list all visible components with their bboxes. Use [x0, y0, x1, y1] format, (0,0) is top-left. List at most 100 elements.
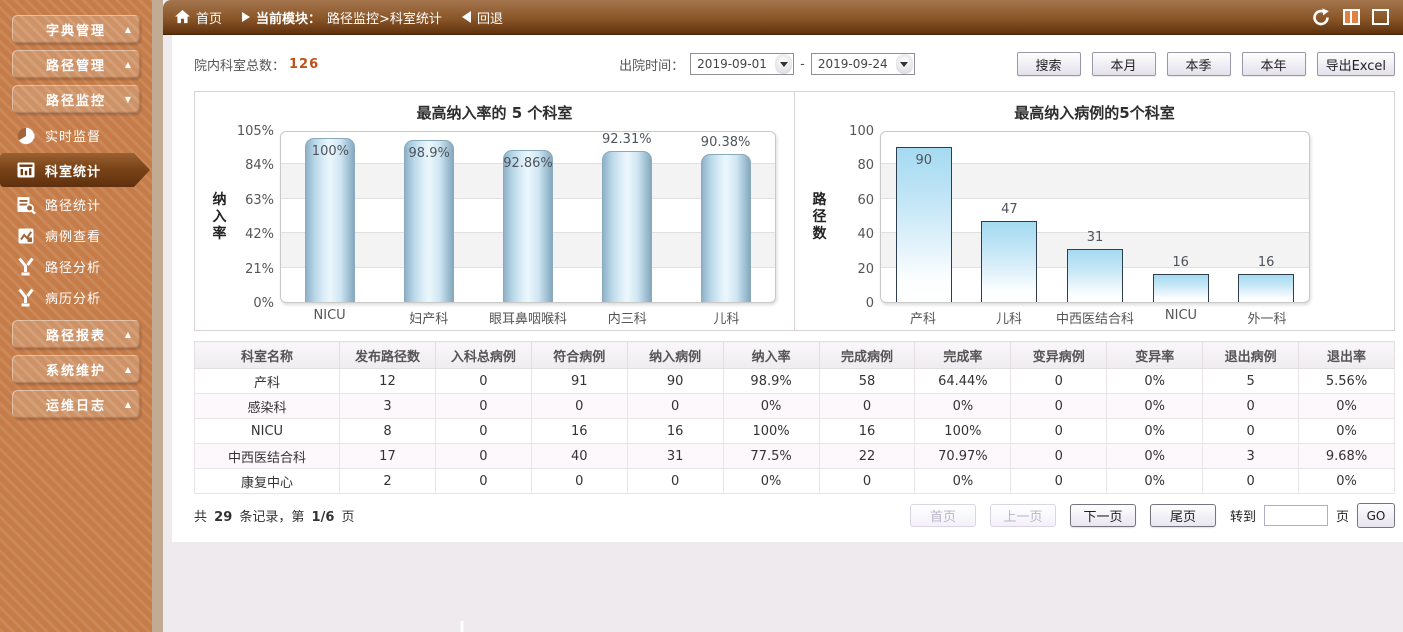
bar: [1238, 274, 1295, 302]
this-quarter-button[interactable]: 本季: [1166, 52, 1231, 76]
maximize-icon[interactable]: [1372, 9, 1389, 25]
sidebar-group-字典管理[interactable]: 字典管理 ▲: [12, 15, 140, 43]
table-cell: 0%: [1298, 393, 1395, 419]
chevron-down-icon[interactable]: [775, 54, 793, 74]
table-cell: 0: [530, 468, 628, 494]
table-cell: 0: [1202, 468, 1300, 494]
sidebar-item-路径统计[interactable]: 路径统计: [0, 189, 152, 220]
y-axis-tick: 21%: [245, 261, 274, 277]
table-cell: 0: [626, 468, 724, 494]
table-cell: 64.44%: [914, 368, 1012, 394]
sidebar-item-label: 实时监督: [45, 130, 102, 145]
sidebar-item-病例查看[interactable]: 病例查看: [0, 220, 152, 251]
table-cell: 0: [434, 468, 532, 494]
record-analysis-icon: [16, 288, 36, 308]
table-cell: 0: [434, 368, 532, 394]
sidebar-group-系统维护[interactable]: 系统维护 ▲: [12, 355, 140, 383]
table-cell: 0%: [1298, 468, 1395, 494]
table-cell: 12: [339, 368, 436, 394]
module-arrow-icon: [242, 12, 251, 22]
search-button[interactable]: 搜索: [1016, 52, 1081, 76]
pagination-buttons: 首页 上一页 下一页 尾页: [909, 504, 1216, 527]
x-axis-label: 产科: [909, 312, 936, 327]
table-cell: 0: [1010, 393, 1108, 419]
goto-suffix-label: 页: [1335, 510, 1349, 525]
goto-page: 转到 页 GO: [1230, 503, 1395, 528]
bar-value-label: 31: [1086, 229, 1104, 245]
path-stats-icon: [16, 195, 36, 215]
sidebar-item-label: 病例查看: [45, 230, 102, 245]
table-cell: 16: [530, 418, 628, 444]
sidebar-group-路径管理[interactable]: 路径管理 ▲: [12, 50, 140, 78]
back-link[interactable]: 回退: [477, 8, 503, 27]
sidebar-item-病历分析[interactable]: 病历分析: [0, 282, 152, 313]
chevron-up-icon: ▲: [124, 24, 131, 34]
dept-stats-icon: [16, 160, 36, 180]
table-header-cell: 科室名称: [194, 341, 340, 369]
bar-value-label: 92.86%: [503, 155, 553, 171]
last-page-button[interactable]: 尾页: [1149, 504, 1216, 527]
sidebar-group-路径报表[interactable]: 路径报表 ▲: [12, 320, 140, 348]
go-button[interactable]: GO: [1357, 503, 1395, 528]
date-from-value: 2019-09-01: [697, 57, 767, 71]
table-cell: 77.5%: [722, 443, 820, 469]
bar-value-label: 16: [1257, 255, 1275, 271]
goto-page-input[interactable]: [1263, 505, 1328, 526]
sidebar-group-路径监控[interactable]: 路径监控 ▼: [12, 85, 140, 113]
table-header-cell: 完成病例: [818, 341, 916, 369]
table-cell: 0: [434, 418, 532, 444]
this-month-button[interactable]: 本月: [1091, 52, 1156, 76]
export-excel-button[interactable]: 导出Excel: [1316, 52, 1395, 76]
bar-value-label: 90.38%: [700, 134, 751, 150]
split-panes-icon[interactable]: [1343, 9, 1360, 25]
record-count: 29: [214, 510, 233, 525]
y-axis-tick: 0%: [253, 296, 274, 311]
bar: [601, 150, 652, 302]
chevron-down-icon[interactable]: [895, 54, 913, 74]
refresh-icon[interactable]: [1311, 7, 1331, 27]
plot-area: 100% 98.9% 92.86% 92.31% 90.38%: [280, 131, 776, 303]
sidebar-item-label: 病历分析: [45, 292, 102, 307]
x-axis-label: 妇产科: [409, 312, 449, 327]
table-cell: 0: [434, 393, 532, 419]
sidebar-item-路径分析[interactable]: 路径分析: [0, 251, 152, 282]
sidebar-item-科室统计[interactable]: 科室统计: [0, 153, 150, 187]
next-page-button[interactable]: 下一页: [1069, 504, 1136, 527]
table-cell: 康复中心: [194, 468, 340, 494]
chart-title: 最高纳入率的 5 个科室: [416, 104, 573, 122]
sidebar-group-运维日志[interactable]: 运维日志 ▲: [12, 390, 140, 418]
table-cell: 0: [530, 393, 628, 419]
home-link[interactable]: 首页: [196, 8, 222, 27]
x-axis-label: NICU: [313, 308, 346, 323]
y-axis-tick: 42%: [245, 227, 274, 243]
date-to-select[interactable]: 2019-09-24: [810, 53, 915, 75]
table-cell: 8: [339, 418, 436, 444]
charts-panel: 最高纳入率的 5 个科室 纳入率 0% 21% 42% 63% 84% 105% 100%…: [194, 91, 1395, 331]
x-axis-label: 儿科: [713, 312, 740, 327]
table-cell: 0: [1010, 443, 1108, 469]
date-from-select[interactable]: 2019-09-01: [690, 53, 795, 75]
table-row: 康复中心 2 0 0 0 0% 0 0% 0 0% 0 0%: [194, 468, 1395, 494]
table-cell: 0%: [722, 468, 820, 494]
x-axis: NICU 妇产科 眼耳鼻咽喉科 内三科 儿科: [280, 308, 776, 327]
table-cell: 100%: [722, 418, 820, 444]
bar: [503, 149, 553, 302]
breadcrumb: 首页 当前模块： 路径监控>科室统计 回退: [175, 8, 503, 632]
table-cell: 0%: [1106, 418, 1204, 444]
chart-title: 最高纳入病例的5个科室: [1014, 104, 1175, 122]
back-icon[interactable]: [460, 11, 471, 632]
sidebar-item-实时监督[interactable]: 实时监督: [0, 120, 152, 151]
table-cell: 9.68%: [1298, 443, 1395, 469]
this-year-button[interactable]: 本年: [1241, 52, 1306, 76]
pagination: 首页 上一页 下一页 尾页 转到 页 GO: [909, 503, 1395, 528]
y-axis-tick: 40: [857, 227, 874, 243]
x-axis-label: 眼耳鼻咽喉科: [489, 312, 568, 327]
table-header-cell: 纳入率: [722, 341, 820, 369]
module-path-label: 路径监控>科室统计: [327, 11, 442, 27]
app-window: 字典管理 ▲ 路径管理 ▲ 路径监控 ▼ 实时监督 科室统计 路径统计 病例查看 路径分析 病历分析路…: [0, 0, 1403, 632]
y-axis-tick: 105%: [236, 124, 274, 139]
sidebar-menu: 字典管理 ▲ 路径管理 ▲ 路径监控 ▼ 实时监督科室统计 路径统计病例查看路径分析病历分析路…: [0, 15, 152, 418]
table-cell: 5: [1202, 368, 1300, 394]
home-icon[interactable]: [175, 10, 190, 24]
discharge-time-label: 出院时间：: [619, 58, 685, 74]
